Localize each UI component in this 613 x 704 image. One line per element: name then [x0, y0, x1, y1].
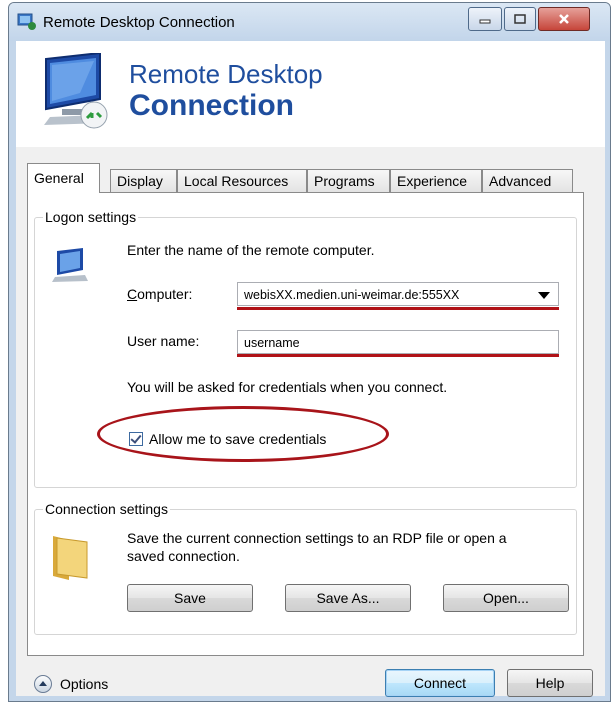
- window-title: Remote Desktop Connection: [43, 14, 235, 31]
- tab-general[interactable]: General: [27, 163, 100, 193]
- options-chevron-icon[interactable]: [34, 675, 52, 693]
- help-button[interactable]: Help: [507, 669, 593, 697]
- logon-settings-group: Logon settings Enter the name of the rem…: [34, 209, 577, 488]
- annotation-ellipse: [97, 406, 389, 462]
- rdc-window: Remote Desktop Connection Remote Desktop…: [8, 2, 611, 702]
- connection-description-2: saved connection.: [127, 548, 240, 564]
- computer-label-rest: omputer:: [137, 286, 193, 302]
- computer-icon: [52, 248, 88, 282]
- logon-instruction: Enter the name of the remote computer.: [127, 242, 375, 258]
- banner-title-line2: Connection: [129, 89, 294, 122]
- tab-experience[interactable]: Experience: [390, 169, 482, 192]
- tab-local-resources[interactable]: Local Resources: [177, 169, 307, 192]
- close-button[interactable]: [538, 7, 590, 31]
- username-label: User name:: [127, 333, 200, 349]
- computer-label: Computer:: [127, 286, 193, 302]
- computer-value: webisXX.medien.uni-weimar.de:555XX: [244, 288, 460, 302]
- app-icon: [17, 13, 36, 30]
- banner-title-line1: Remote Desktop: [129, 59, 323, 89]
- save-button[interactable]: Save: [127, 584, 253, 612]
- logon-settings-label: Logon settings: [43, 209, 139, 225]
- username-value: username: [244, 336, 300, 350]
- general-tab-panel: Logon settings Enter the name of the rem…: [27, 192, 584, 656]
- maximize-icon: [514, 14, 526, 24]
- computer-combobox[interactable]: webisXX.medien.uni-weimar.de:555XX: [237, 282, 559, 306]
- annotation-underline-username: [237, 354, 559, 357]
- connection-settings-group: Connection settings Save the current con…: [34, 501, 577, 635]
- options-link[interactable]: Options: [60, 676, 108, 692]
- minimize-icon: [479, 19, 491, 24]
- open-button[interactable]: Open...: [443, 584, 569, 612]
- minimize-button[interactable]: [468, 7, 502, 31]
- annotation-underline-computer: [237, 307, 559, 310]
- save-as-button[interactable]: Save As...: [285, 584, 411, 612]
- dialog-client: Remote Desktop Connection General Displa…: [16, 41, 605, 697]
- banner: Remote Desktop Connection: [16, 41, 605, 147]
- tab-advanced[interactable]: Advanced: [482, 169, 573, 192]
- dropdown-arrow-icon[interactable]: [538, 292, 550, 299]
- folder-icon: [53, 536, 88, 580]
- credentials-note: You will be asked for credentials when y…: [127, 379, 448, 395]
- tab-display[interactable]: Display: [110, 169, 177, 192]
- connect-button[interactable]: Connect: [385, 669, 495, 697]
- maximize-button[interactable]: [504, 7, 536, 31]
- connection-settings-label: Connection settings: [43, 501, 170, 517]
- username-input[interactable]: username: [237, 330, 559, 354]
- connection-description-1: Save the current connection settings to …: [127, 530, 507, 546]
- close-icon: [559, 14, 569, 24]
- banner-computer-icon: [44, 53, 108, 129]
- tab-programs[interactable]: Programs: [307, 169, 390, 192]
- title-bar: Remote Desktop Connection: [9, 3, 610, 41]
